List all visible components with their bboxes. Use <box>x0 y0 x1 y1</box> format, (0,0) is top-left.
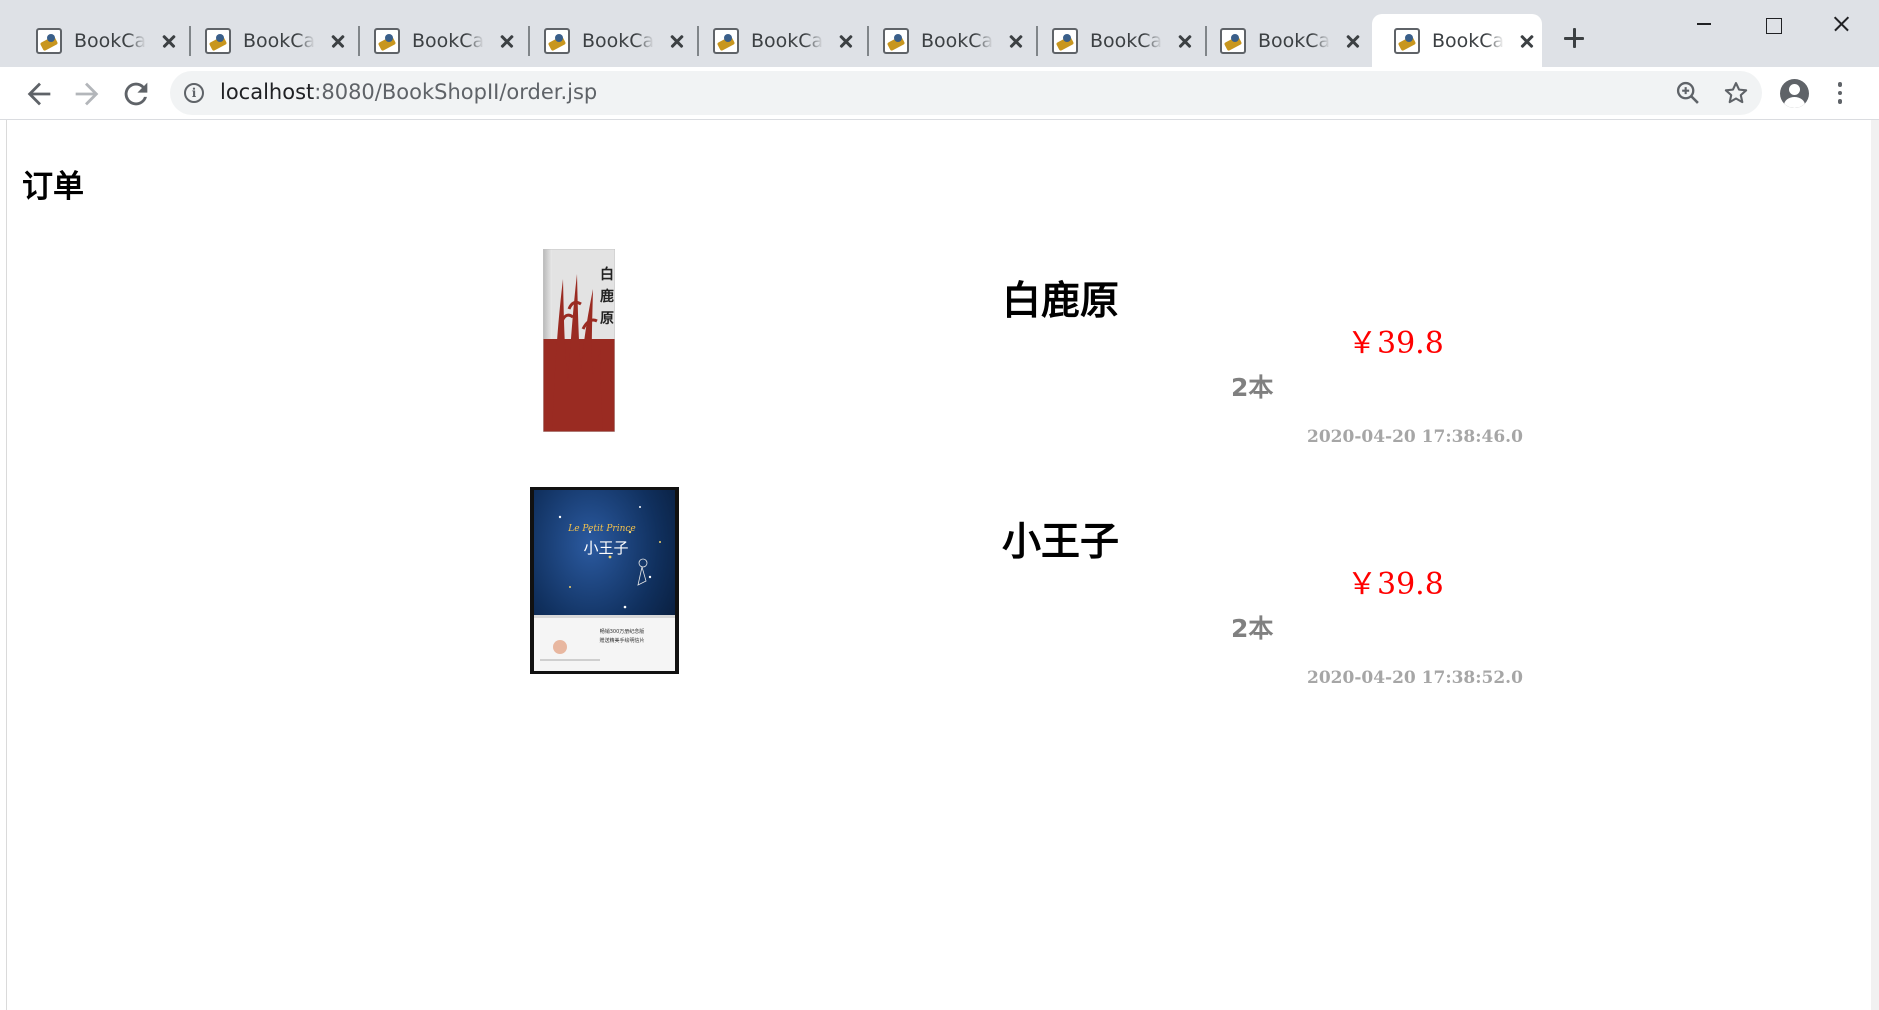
book-price: ￥39.8 <box>1347 567 1444 602</box>
browser-tab[interactable]: BookCar <box>1030 14 1200 67</box>
tab-title: BookCar <box>1432 29 1504 52</box>
browser-tab[interactable]: BookCar <box>861 14 1031 67</box>
svg-text:原: 原 <box>600 311 614 327</box>
tab-title: BookCar <box>582 29 654 52</box>
info-icon[interactable]: i <box>184 83 204 103</box>
order-time: 2020-04-20 17:38:52.0 <box>1307 668 1523 688</box>
svg-text:赠送精美手绘明信片: 赠送精美手绘明信片 <box>599 637 644 644</box>
order-item: 白 鹿 原 白鹿原 ￥39.8 2本 2020-04-20 17:38:46.0 <box>7 245 1871 485</box>
back-icon[interactable] <box>22 77 56 111</box>
browser-tab[interactable]: BookCar <box>1198 14 1368 67</box>
book-name: 小王子 <box>1002 520 1120 565</box>
tab-close-icon[interactable] <box>1516 30 1538 52</box>
tomcat-favicon-icon <box>544 27 570 54</box>
new-tab-plus-icon[interactable] <box>1560 24 1588 52</box>
tomcat-favicon-icon <box>1394 27 1420 54</box>
tomcat-favicon-icon <box>205 27 231 54</box>
tomcat-favicon-icon <box>1220 27 1246 54</box>
book-cover-image: Le Petit Prince 小王子 畅销300万册纪念版 赠送精美手绘明信片 <box>530 487 679 674</box>
tomcat-favicon-icon <box>36 27 62 54</box>
tab-close-icon[interactable] <box>158 30 180 52</box>
browser-tab[interactable]: BookCar <box>183 14 353 67</box>
tab-close-icon[interactable] <box>835 30 857 52</box>
window-edge <box>0 120 7 1010</box>
tomcat-favicon-icon <box>713 27 739 54</box>
url-text[interactable]: localhost:8080/BookShopII/order.jsp <box>220 80 597 104</box>
zoom-icon[interactable] <box>1674 79 1702 107</box>
book-cover-image: 白 鹿 原 <box>543 249 615 432</box>
tab-title: BookCar <box>751 29 823 52</box>
book-quantity: 2本 <box>1231 373 1274 402</box>
tab-close-icon[interactable] <box>1342 30 1364 52</box>
window-close-icon[interactable] <box>1818 8 1864 40</box>
svg-text:Le Petit Prince: Le Petit Prince <box>567 524 636 534</box>
forward-icon[interactable] <box>70 77 104 111</box>
browser-toolbar: i localhost:8080/BookShopII/order.jsp <box>0 67 1879 120</box>
tab-close-icon[interactable] <box>496 30 518 52</box>
browser-tab[interactable]: BookCar <box>352 14 522 67</box>
svg-text:畅销300万册纪念版: 畅销300万册纪念版 <box>600 628 645 635</box>
url-path: :8080/BookShopII/order.jsp <box>314 80 598 104</box>
tomcat-favicon-icon <box>1052 27 1078 54</box>
tab-title: BookCar <box>1258 29 1330 52</box>
browser-tab[interactable]: BookCar <box>522 14 692 67</box>
svg-text:小王子: 小王子 <box>583 539 628 557</box>
order-item: Le Petit Prince 小王子 畅销300万册纪念版 赠送精美手绘明信片… <box>7 486 1871 726</box>
window-minimize-icon[interactable] <box>1681 8 1727 40</box>
account-icon[interactable] <box>1780 79 1809 108</box>
tab-close-icon[interactable] <box>666 30 688 52</box>
tab-close-icon[interactable] <box>1174 30 1196 52</box>
browser-tab-active[interactable]: BookCar <box>1372 14 1542 67</box>
book-quantity: 2本 <box>1231 614 1274 643</box>
address-bar[interactable]: i localhost:8080/BookShopII/order.jsp <box>170 71 1762 115</box>
tab-title: BookCar <box>74 29 146 52</box>
tab-title: BookCar <box>1090 29 1162 52</box>
tomcat-favicon-icon <box>883 27 909 54</box>
tab-close-icon[interactable] <box>1005 30 1027 52</box>
scrollbar[interactable] <box>1871 120 1879 1010</box>
menu-icon[interactable] <box>1836 82 1844 106</box>
tomcat-favicon-icon <box>374 27 400 54</box>
book-name: 白鹿原 <box>1002 279 1120 324</box>
browser-tab[interactable]: BookCar <box>691 14 861 67</box>
tab-title: BookCar <box>921 29 993 52</box>
page-title: 订单 <box>22 169 84 205</box>
reload-icon[interactable] <box>119 77 153 111</box>
order-page: 订单 白 鹿 原 白鹿原 ￥39.8 2本 2020-04-20 17:38:4… <box>7 121 1871 1010</box>
svg-text:鹿: 鹿 <box>599 288 614 305</box>
window-maximize-icon[interactable] <box>1750 8 1796 40</box>
order-time: 2020-04-20 17:38:46.0 <box>1307 427 1523 447</box>
browser-tab[interactable]: BookCar <box>14 14 184 67</box>
star-icon[interactable] <box>1722 79 1750 107</box>
tab-title: BookCar <box>412 29 484 52</box>
svg-text:白: 白 <box>600 266 614 283</box>
url-host: localhost <box>220 80 315 104</box>
tab-title: BookCar <box>243 29 315 52</box>
tab-close-icon[interactable] <box>327 30 349 52</box>
tab-strip: BookCar BookCar BookCar BookCar BookCar … <box>0 0 1879 67</box>
book-price: ￥39.8 <box>1347 326 1444 361</box>
